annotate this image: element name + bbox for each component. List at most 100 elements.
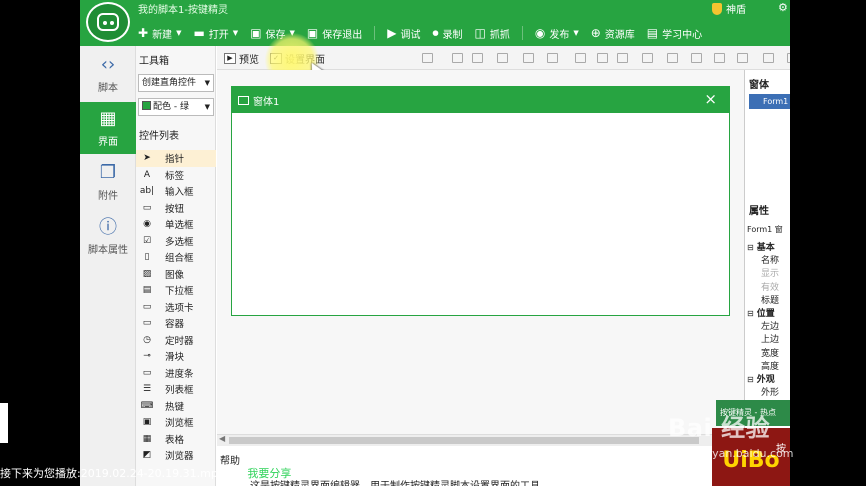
preview-button[interactable]: ▶ 预览 <box>224 51 259 66</box>
align-tool-icon[interactable] <box>422 53 433 63</box>
combobox-icon: ▯ <box>144 252 150 263</box>
dropdown-icon: ▤ <box>142 285 152 296</box>
align-tool-icon[interactable] <box>714 53 725 63</box>
property-row[interactable]: 上边 <box>761 332 779 345</box>
menu-learn-button[interactable]: ▤ 学习中心 <box>647 26 702 41</box>
align-tool-icon[interactable] <box>787 53 790 63</box>
close-icon[interactable]: × <box>704 90 717 108</box>
property-row[interactable]: 显示 <box>761 266 779 279</box>
control-label: 多选框 <box>165 236 194 248</box>
property-row[interactable]: 高度 <box>761 359 779 372</box>
align-tool-icon[interactable] <box>575 53 586 63</box>
image-icon: ▨ <box>142 268 152 279</box>
scrollbar-thumb[interactable] <box>229 437 699 444</box>
property-row[interactable]: 宽度 <box>761 346 779 359</box>
align-tool-icon[interactable] <box>691 53 702 63</box>
property-category[interactable]: 位置 <box>747 306 775 319</box>
align-tool-icon[interactable] <box>667 53 678 63</box>
align-tool-icon[interactable] <box>642 53 653 63</box>
property-row[interactable]: 有效 <box>761 280 779 293</box>
button-icon: ▭ <box>142 202 152 213</box>
control-label: 下拉框 <box>165 286 194 298</box>
menu-publish-button[interactable]: ◉ 发布 ▼ <box>535 26 579 41</box>
menu-save-exit-button[interactable]: ▣ 保存退出 <box>307 26 362 41</box>
control-item[interactable]: ab| 输入框 <box>136 183 216 200</box>
control-item[interactable]: ⌨ 热键 <box>136 398 216 415</box>
close-icon[interactable]: ✕ <box>299 467 308 480</box>
control-label: 按钮 <box>165 203 185 215</box>
control-style-value: 创建直角控件 <box>142 78 197 88</box>
control-item[interactable]: ▣ 浏览框 <box>136 414 216 431</box>
control-item[interactable]: ⊸ 滑块 <box>136 348 216 365</box>
nav-item-3[interactable]: ⓘ 脚本属性 <box>80 210 136 262</box>
player-text: 接下来为您播放:2019.02.24-20.19.31.mp4 。 <box>0 467 240 480</box>
control-style-select[interactable]: 创建直角控件 ▼ <box>138 74 214 92</box>
form-list-item[interactable]: Form1 <box>749 94 790 109</box>
nav-item-label: 脚本属性 <box>88 245 128 256</box>
align-tool-icon[interactable] <box>737 53 748 63</box>
control-item[interactable]: A 标签 <box>136 167 216 184</box>
nav-item-0[interactable]: ‹› 脚本 <box>80 48 136 100</box>
property-row[interactable]: 标题 <box>761 293 779 306</box>
property-category[interactable]: 基本 <box>747 240 775 253</box>
align-tool-icon[interactable] <box>497 53 508 63</box>
property-row[interactable]: 外形 <box>761 385 779 398</box>
control-label: 热键 <box>165 401 185 413</box>
user-account[interactable]: 神盾 <box>712 1 746 16</box>
property-row[interactable]: 名称 <box>761 253 779 266</box>
chevron-down-icon[interactable]: ▼ <box>176 29 181 37</box>
align-tool-icon[interactable] <box>547 53 558 63</box>
form-titlebar[interactable]: 窗体1 <box>232 87 729 113</box>
menu-folder-button[interactable]: ▬ 打开 ▼ <box>193 26 238 41</box>
control-item[interactable]: ➤ 指针 <box>136 150 216 167</box>
color-scheme-select[interactable]: 配色 - 绿 ▼ <box>138 98 214 116</box>
property-category[interactable]: 外观 <box>747 372 775 385</box>
control-item[interactable]: ▨ 图像 <box>136 266 216 283</box>
progress-icon: ▭ <box>142 367 152 378</box>
control-label: 进度条 <box>165 368 194 380</box>
menu-label: 调试 <box>400 29 421 41</box>
control-item[interactable]: ◷ 定时器 <box>136 332 216 349</box>
control-item[interactable]: ▭ 容器 <box>136 315 216 332</box>
property-row[interactable]: 左边 <box>761 319 779 332</box>
control-item[interactable]: ▭ 按钮 <box>136 200 216 217</box>
control-item[interactable]: ▦ 表格 <box>136 431 216 448</box>
attachment-icon: ❐ <box>99 161 117 183</box>
menu-library-button[interactable]: ⊕ 资源库 <box>591 26 635 41</box>
nav-item-1[interactable]: ▦ 界面 <box>80 102 136 154</box>
control-item[interactable]: ☑ 多选框 <box>136 233 216 250</box>
folder-icon: ▬ <box>193 26 205 40</box>
menu-plus-button[interactable]: ✚ 新建 ▼ <box>138 26 181 41</box>
control-item[interactable]: ◉ 单选框 <box>136 216 216 233</box>
menu-play-button[interactable]: ▶ 调试 <box>387 26 420 41</box>
menu-record-button[interactable]: ⏺ 录制 <box>433 26 463 41</box>
chevron-down-icon[interactable]: ▼ <box>573 29 578 37</box>
scroll-left-icon[interactable]: ◀ <box>219 434 225 443</box>
gear-icon[interactable]: ⚙ <box>778 1 788 14</box>
listbox-icon: ☰ <box>142 384 152 395</box>
align-tool-icon[interactable] <box>597 53 608 63</box>
align-tool-icon[interactable] <box>472 53 483 63</box>
align-tool-icon[interactable] <box>763 53 774 63</box>
code-icon: ‹› <box>100 53 116 75</box>
align-tool-icon[interactable] <box>617 53 628 63</box>
menu-grab-button[interactable]: ◫ 抓抓 <box>475 26 510 41</box>
object-select[interactable]: Form1 窗 <box>747 224 783 235</box>
record-icon: ⏺ <box>432 26 439 40</box>
align-tool-icon[interactable] <box>523 53 534 63</box>
control-list: ➤ 指针 A 标签 ab| 输入框 ▭ 按钮 ◉ 单选框 ☑ 多选框 ▯ 组合框 ▨ 图像 ▤ 下拉框 ▭ 选项卡 ▭ 容… <box>136 150 216 464</box>
control-item[interactable]: ▤ 下拉框 <box>136 282 216 299</box>
chevron-down-icon[interactable]: ▼ <box>233 29 238 37</box>
nav-item-2[interactable]: ❐ 附件 <box>80 156 136 208</box>
form-window[interactable]: 窗体1 × <box>231 86 730 316</box>
toolbox-panel: 工具箱 创建直角控件 ▼ 配色 - 绿 ▼ 控件列表 ➤ 指针 A 标签 ab| 输入框 ▭ 按钮… <box>136 46 216 486</box>
control-item[interactable]: ▭ 选项卡 <box>136 299 216 316</box>
control-item[interactable]: ☰ 列表框 <box>136 381 216 398</box>
control-item[interactable]: ▯ 组合框 <box>136 249 216 266</box>
align-tool-icon[interactable] <box>452 53 463 63</box>
menu-label: 新建 <box>152 29 173 41</box>
design-canvas[interactable]: 窗体1 × <box>217 70 748 434</box>
control-item[interactable]: ▭ 进度条 <box>136 365 216 382</box>
window-title: 我的脚本1-按键精灵 <box>138 5 228 16</box>
share-link[interactable]: 我要分享 <box>247 465 291 481</box>
